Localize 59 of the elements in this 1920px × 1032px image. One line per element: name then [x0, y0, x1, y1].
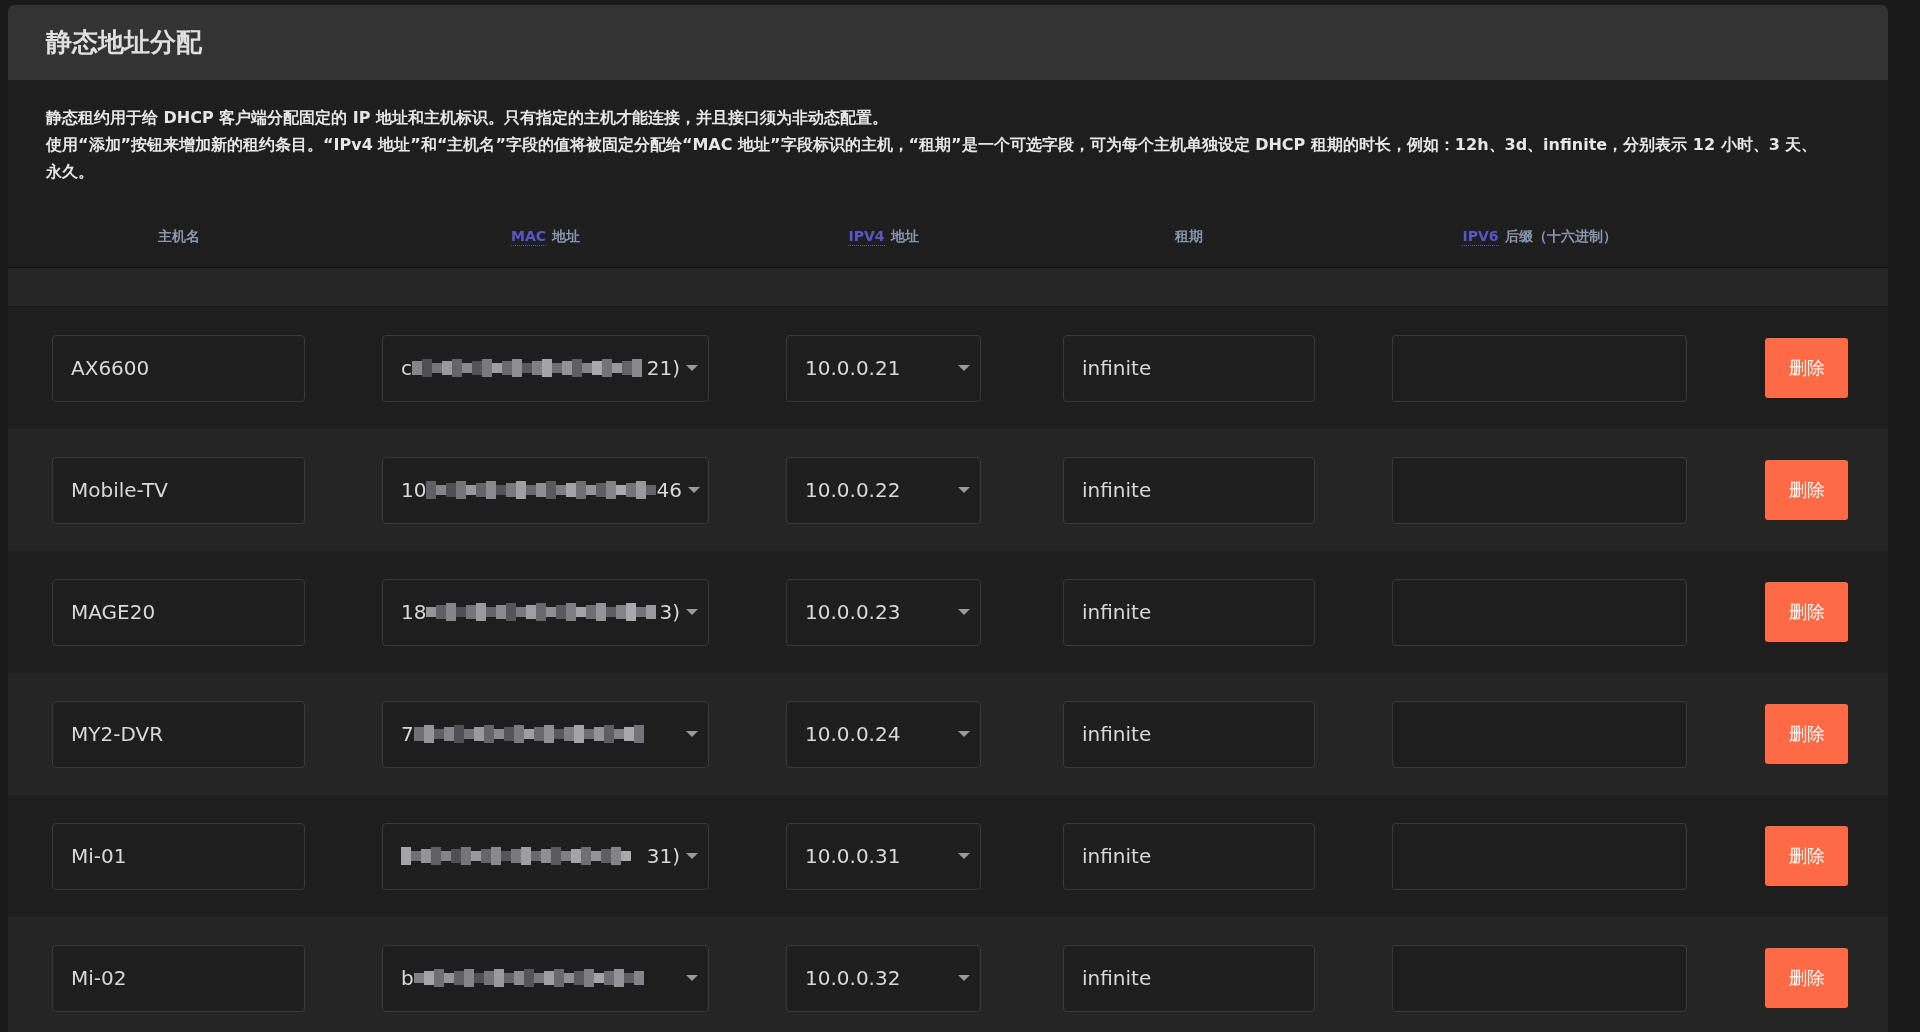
mac-text-fragment: 46 — [656, 478, 682, 502]
ipv4-dropdown[interactable]: 10.0.0.31 — [786, 822, 981, 890]
mac-dropdown[interactable]: 31) — [382, 822, 709, 890]
caret-icon — [686, 365, 698, 371]
ipv4-dropdown[interactable]: 10.0.0.32 — [786, 944, 981, 1012]
caret-icon — [958, 487, 970, 493]
hostname-field[interactable]: MAGE20 — [52, 578, 305, 646]
column-header: 后缀（十六进制） — [1504, 228, 1617, 246]
mac-text-fragment: 7 — [401, 722, 414, 746]
hostname-field[interactable]: Mi-01 — [52, 822, 305, 890]
mac-dropdown[interactable]: c 21) — [382, 334, 709, 402]
mac-text-fragment: 10 — [401, 478, 427, 502]
hostname-field[interactable]: Mi-02 — [52, 944, 305, 1012]
caret-icon — [686, 609, 698, 615]
lease-field[interactable]: infinite — [1063, 334, 1315, 402]
caret-icon — [958, 365, 970, 371]
ipv6-suffix-field[interactable] — [1392, 700, 1687, 768]
ipv6-suffix-field[interactable] — [1392, 334, 1687, 402]
description-text: 静态租约用于给 DHCP 客户端分配固定的 IP 地址和主机标识。只有指定的主机才能连接，并且接口须为非动态配置。 — [46, 107, 890, 129]
mac-text-fragment: 3) — [659, 600, 680, 624]
caret-icon — [686, 731, 698, 737]
caret-icon — [686, 975, 698, 981]
mac-text-fragment: 31) — [646, 844, 680, 868]
mac-text-fragment: 18 — [401, 600, 427, 624]
mac-dropdown[interactable]: 7 — [382, 700, 709, 768]
mac-text-fragment: 21) — [646, 356, 680, 380]
ipv4-dropdown[interactable]: 10.0.0.23 — [786, 578, 981, 646]
ipv4-dropdown[interactable]: 10.0.0.21 — [786, 334, 981, 402]
lease-field[interactable]: infinite — [1063, 456, 1315, 524]
hostname-field[interactable]: Mobile-TV — [52, 456, 305, 524]
description-text: 使用“添加”按钮来增加新的租约条目。“IPv4 地址”和“主机名”字段的值将被固定分配给“MAC 地址”字段标识的主机，“租期”是一个可选字段，可为每个主机单独设定 DHCP 租期的时长，例如：12h、3d、infinite，分别表示 12 小时、3 天、永久。 — [46, 134, 1819, 183]
panel-title: 静态地址分配 — [46, 26, 202, 59]
hostname-field[interactable]: MY2-DVR — [52, 700, 305, 768]
caret-icon — [958, 731, 970, 737]
ipv6-suffix-field[interactable] — [1392, 456, 1687, 524]
ipv4-dropdown[interactable]: 10.0.0.24 — [786, 700, 981, 768]
column-header: 租期 — [1175, 228, 1203, 246]
column-header: 地址 — [552, 228, 580, 246]
lease-field[interactable]: infinite — [1063, 822, 1315, 890]
ipv6-suffix-field[interactable] — [1392, 944, 1687, 1012]
mac-dropdown[interactable]: 18 3) — [382, 578, 709, 646]
column-header: 主机名 — [157, 228, 200, 246]
mac-dropdown[interactable]: 10 46 — [382, 456, 709, 524]
caret-icon — [958, 975, 970, 981]
mac-dropdown[interactable]: b — [382, 944, 709, 1012]
mac-text-fragment: b — [401, 966, 414, 990]
caret-icon — [687, 487, 700, 493]
caret-icon — [686, 853, 698, 859]
hostname-field[interactable]: AX6600 — [52, 334, 305, 402]
ipv6-suffix-field[interactable] — [1392, 578, 1687, 646]
mac-text-fragment: c — [401, 356, 412, 380]
column-header: 地址 — [890, 228, 919, 246]
lease-field[interactable]: infinite — [1063, 578, 1315, 646]
lease-field[interactable]: infinite — [1063, 700, 1315, 768]
ipv6-suffix-field[interactable] — [1392, 822, 1687, 890]
caret-icon — [958, 853, 970, 859]
ipv4-dropdown[interactable]: 10.0.0.22 — [786, 456, 981, 524]
lease-field[interactable]: infinite — [1063, 944, 1315, 1012]
caret-icon — [958, 609, 970, 615]
